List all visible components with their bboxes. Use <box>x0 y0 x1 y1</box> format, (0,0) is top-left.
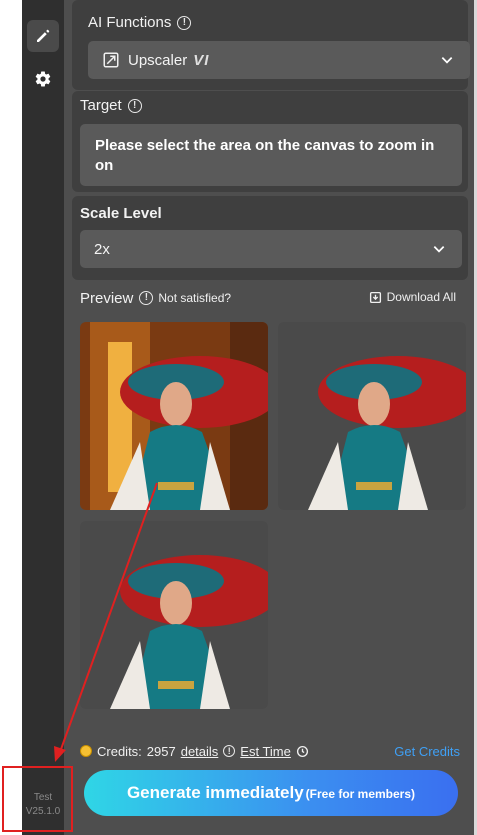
info-icon[interactable]: ! <box>139 291 154 305</box>
clock-icon <box>296 745 308 757</box>
credits-value: 2957 <box>146 743 176 759</box>
get-credits-link[interactable]: Get Credits <box>394 744 460 759</box>
ai-functions-card: AI Functions ! Upscaler VI <box>72 0 470 90</box>
download-icon <box>369 291 381 303</box>
edit-tool-button[interactable] <box>27 20 59 52</box>
scale-level-label: Scale Level <box>80 205 162 222</box>
credits-label: Credits: <box>97 743 142 759</box>
generate-button[interactable]: Generate immediately (Free for members) <box>84 770 458 816</box>
chevron-down-icon <box>433 246 445 253</box>
ai-functions-heading: AI Functions ! <box>88 14 192 31</box>
portrait-image <box>80 322 268 510</box>
preview-header: Preview ! Not satisfied? Download All <box>80 288 462 308</box>
target-label: Target <box>80 97 122 114</box>
preview-image-3[interactable] <box>80 521 268 709</box>
info-icon[interactable]: ! <box>177 15 192 30</box>
not-satisfied-link[interactable]: Not satisfied? <box>158 291 231 305</box>
scale-level-value: 2x <box>94 240 110 258</box>
preview-label: Preview <box>80 289 134 307</box>
est-time-link[interactable]: Est Time <box>240 744 291 759</box>
upscale-icon <box>103 52 119 68</box>
ai-function-select[interactable]: Upscaler VI <box>88 41 470 79</box>
download-all-button[interactable]: Download All <box>369 290 456 304</box>
ai-functions-label: AI Functions <box>88 14 172 31</box>
preview-image-1[interactable] <box>80 322 268 510</box>
info-icon[interactable]: ! <box>127 98 142 113</box>
chevron-down-icon <box>441 57 453 64</box>
ai-function-value: Upscaler <box>128 51 188 69</box>
scale-level-select[interactable]: 2x <box>80 230 462 268</box>
pencil-icon <box>37 29 50 42</box>
annotation-highlight-box <box>2 766 73 832</box>
download-all-label: Download All <box>386 290 456 304</box>
target-heading: Target ! <box>80 97 142 114</box>
coin-icon <box>80 745 92 757</box>
details-link[interactable]: details <box>181 744 219 759</box>
left-rail: Test V25.1.0 <box>22 0 64 835</box>
preview-image-2[interactable] <box>278 322 466 510</box>
generate-sublabel: (Free for members) <box>305 787 416 801</box>
credits-row: Credits: 2957 details ! Est Time Get Cre… <box>80 742 466 760</box>
target-instruction: Please select the area on the canvas to … <box>80 124 462 186</box>
portrait-image <box>80 521 268 709</box>
version-badge: VI <box>193 51 210 69</box>
generate-label: Generate immediately <box>126 783 304 802</box>
settings-button[interactable] <box>27 63 59 95</box>
portrait-image <box>278 322 466 510</box>
ai-panel: AI Functions ! Upscaler VI Target ! Plea… <box>64 0 474 835</box>
gear-icon <box>35 71 51 87</box>
info-icon[interactable]: ! <box>223 745 236 757</box>
